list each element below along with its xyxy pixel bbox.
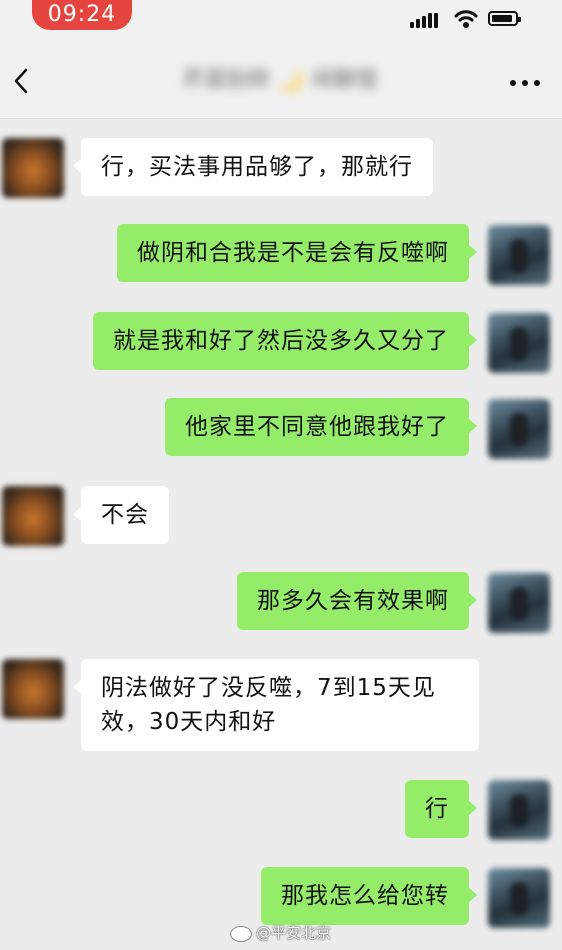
chat-title: 芹菜别样 🌙 闲聊馆	[182, 68, 378, 93]
battery-icon	[488, 11, 521, 26]
user-avatar[interactable]	[488, 573, 550, 633]
user-avatar[interactable]	[488, 780, 550, 840]
weibo-watermark: @平安北京	[230, 922, 331, 943]
wifi-icon	[454, 10, 478, 28]
user-avatar[interactable]	[488, 868, 550, 928]
user-avatar[interactable]	[488, 313, 550, 373]
signal-icon	[410, 12, 440, 28]
more-options-icon[interactable]	[510, 80, 542, 88]
sent-message[interactable]: 做阴和合我是不是会有反噬啊	[117, 224, 477, 282]
received-message[interactable]: 行，买法事用品够了，那就行	[73, 138, 433, 196]
sent-message[interactable]: 行	[405, 780, 477, 838]
sent-message[interactable]: 那我怎么给您转	[261, 867, 477, 925]
weibo-icon	[230, 925, 252, 942]
contact-avatar[interactable]	[2, 486, 64, 546]
received-message[interactable]: 阴法做好了没反噬，7到15天见效，30天内和好	[73, 659, 479, 751]
status-bar: 09:24	[0, 0, 562, 44]
contact-avatar[interactable]	[2, 659, 64, 719]
watermark-text: @平安北京	[256, 924, 332, 942]
sent-message[interactable]: 那多久会有效果啊	[237, 572, 477, 630]
user-avatar[interactable]	[488, 399, 550, 459]
received-message[interactable]: 不会	[73, 486, 169, 544]
sent-message[interactable]: 他家里不同意他跟我好了	[165, 398, 477, 456]
back-icon[interactable]	[8, 66, 38, 96]
sent-message[interactable]: 就是我和好了然后没多久又分了	[93, 312, 477, 370]
status-time: 09:24	[32, 0, 132, 30]
chat-header: 芹菜别样 🌙 闲聊馆	[0, 44, 562, 119]
contact-avatar[interactable]	[2, 138, 64, 198]
user-avatar[interactable]	[488, 225, 550, 285]
